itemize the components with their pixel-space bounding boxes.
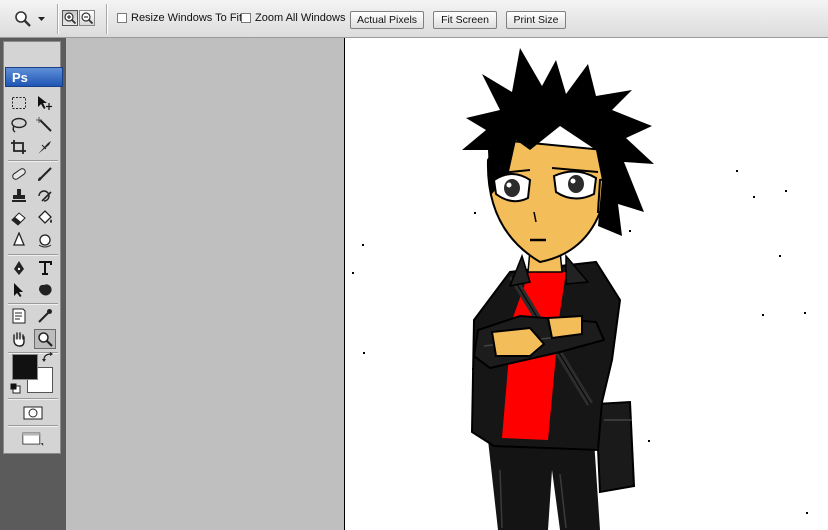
options-bar: Resize Windows To Fit Zoom All Windows A…: [0, 0, 828, 38]
pen-tool[interactable]: [8, 258, 30, 278]
dodge-icon: [38, 234, 52, 248]
print-size-button[interactable]: Print Size: [506, 11, 566, 29]
chevron-down-icon: [37, 16, 45, 21]
separator: [57, 4, 59, 34]
arrow-pointer-icon: [14, 283, 23, 297]
chibi-character-illustration: [352, 48, 808, 530]
default-colors-icon[interactable]: [10, 383, 21, 394]
eyedropper-icon: [38, 309, 52, 323]
fit-screen-button[interactable]: Fit Screen: [433, 11, 497, 29]
history-brush-icon: [38, 190, 52, 202]
slice-icon: [38, 141, 51, 154]
custom-shape-tool[interactable]: [34, 280, 56, 300]
blur-tool[interactable]: [8, 230, 30, 250]
toolbox-divider: [8, 254, 58, 256]
hand-icon: [13, 332, 25, 347]
crop-icon: [11, 140, 26, 154]
zoom-mode-group: [62, 10, 95, 26]
toolbox-divider: [8, 303, 58, 305]
type-tool[interactable]: [34, 258, 56, 278]
zoom-in-icon: [64, 12, 76, 24]
eraser-icon: [11, 212, 26, 226]
actual-pixels-button[interactable]: Actual Pixels: [350, 11, 424, 29]
notes-tool[interactable]: [8, 306, 30, 326]
bandage-icon: [12, 168, 26, 180]
marquee-icon: [12, 97, 26, 109]
zoom-icon: [38, 332, 53, 347]
zoom-all-windows-checkbox[interactable]: Zoom All Windows: [241, 12, 345, 24]
brush-icon: [38, 167, 52, 181]
toolbox: Ps: [3, 41, 63, 454]
slice-tool[interactable]: [34, 137, 56, 157]
zoom-all-windows-label: Zoom All Windows: [255, 12, 346, 24]
photoshop-logo[interactable]: Ps: [5, 67, 63, 87]
checkbox-box[interactable]: [241, 13, 251, 23]
crop-tool[interactable]: [8, 137, 30, 157]
resize-windows-label: Resize Windows To Fit: [131, 12, 243, 24]
checkbox-box[interactable]: [117, 13, 127, 23]
eyedropper-tool[interactable]: [34, 306, 56, 326]
path-selection-tool[interactable]: [8, 280, 30, 300]
eraser-tool[interactable]: [8, 208, 30, 228]
dodge-tool[interactable]: [34, 230, 56, 250]
zoom-out-icon: [81, 12, 93, 24]
pen-nib-icon: [14, 261, 24, 275]
toolbox-divider: [8, 398, 58, 400]
move-tool[interactable]: [34, 93, 56, 113]
hand-tool[interactable]: [8, 329, 30, 349]
quick-mask-icon: [23, 406, 43, 420]
quick-mask-button[interactable]: [22, 403, 44, 423]
screen-mode-button[interactable]: [22, 429, 44, 449]
clone-stamp-tool[interactable]: [8, 186, 30, 206]
magic-wand-icon: [36, 117, 52, 132]
lasso-tool[interactable]: [8, 115, 30, 135]
toolbox-divider: [8, 425, 58, 427]
swap-colors-icon[interactable]: [42, 351, 54, 363]
brush-tool[interactable]: [34, 164, 56, 184]
zoom-magnifier-icon: [14, 11, 31, 27]
resize-windows-checkbox[interactable]: Resize Windows To Fit: [117, 12, 242, 24]
zoom-in-button[interactable]: [62, 10, 78, 26]
screen-mode-icon: [22, 432, 44, 446]
type-icon: [39, 261, 52, 275]
magic-wand-tool[interactable]: [34, 115, 56, 135]
paint-bucket-tool[interactable]: [34, 208, 56, 228]
separator: [106, 4, 108, 34]
move-icon: [38, 96, 52, 110]
blur-drop-icon: [13, 232, 25, 246]
stamp-icon: [12, 189, 26, 202]
blob-shape-icon: [39, 284, 52, 296]
rectangular-marquee-tool[interactable]: [8, 93, 30, 113]
lasso-icon: [11, 117, 27, 133]
paint-bucket-icon: [38, 210, 52, 224]
document-canvas[interactable]: [345, 38, 828, 530]
toolbox-divider: [8, 160, 58, 162]
zoom-out-button[interactable]: [79, 10, 95, 26]
zoom-tool[interactable]: [34, 329, 56, 349]
foreground-color-swatch[interactable]: [12, 354, 38, 380]
tool-preset-picker[interactable]: [6, 6, 52, 32]
healing-brush-tool[interactable]: [8, 164, 30, 184]
workspace-background: [66, 38, 344, 530]
note-icon: [12, 308, 26, 324]
history-brush-tool[interactable]: [34, 186, 56, 206]
